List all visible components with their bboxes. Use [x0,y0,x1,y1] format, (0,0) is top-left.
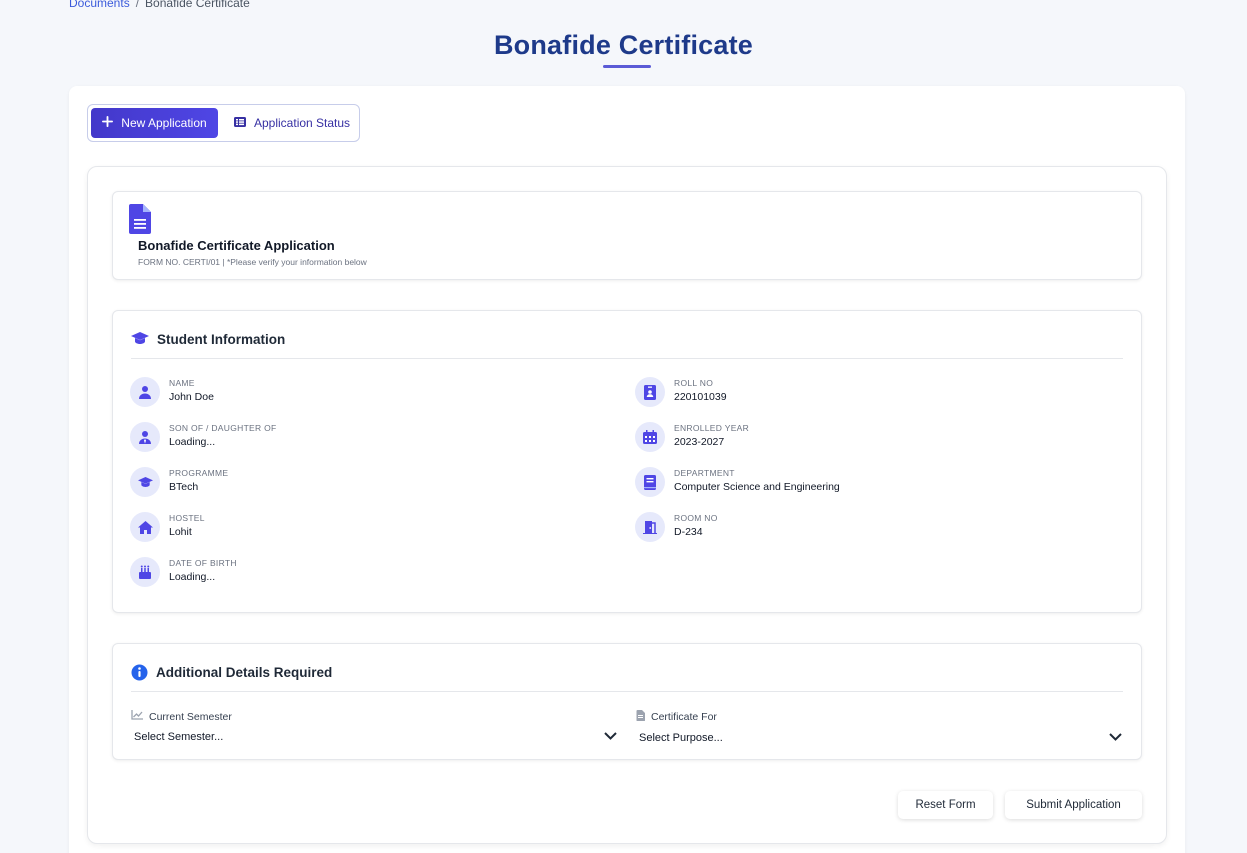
info-value: John Doe [169,391,214,403]
form-header: Bonafide Certificate Application FORM NO… [112,191,1142,280]
info-value: D-234 [674,526,703,538]
chart-line-icon [131,710,143,723]
info-item-programme: PROGRAMME BTech [130,467,228,497]
semester-select-value: Select Semester... [134,731,224,743]
semester-select[interactable]: Select Semester... [131,726,617,748]
info-value: Lohit [169,526,192,538]
graduation-cap-icon [130,467,160,497]
info-item-hostel: HOSTEL Lohit [130,512,205,542]
tab-new-application[interactable]: New Application [91,108,218,138]
info-item-room-no: ROOM NO D-234 [635,512,718,542]
tab-bar: New Application Application Status [87,104,360,142]
breadcrumb-current: Bonafide Certificate [145,0,250,10]
certificate-for-label-text: Certificate For [651,711,717,723]
submit-application-button[interactable]: Submit Application [1005,791,1142,819]
id-badge-icon [635,377,665,407]
plus-icon [102,116,114,130]
info-label: ROLL NO [674,378,714,388]
info-value: 2023-2027 [674,436,725,448]
additional-details-header: Additional Details Required [131,664,1123,692]
info-item-parent: SON OF / DAUGHTER OF Loading... [130,422,277,452]
form-subtitle: FORM NO. CERTI/01 | *Please verify your … [138,257,367,267]
info-item-roll-no: ROLL NO 220101039 [635,377,727,407]
info-label: HOSTEL [169,513,205,523]
door-icon [635,512,665,542]
additional-details-section: Additional Details Required Current Seme… [112,643,1142,760]
title-underline [603,65,651,68]
calendar-icon [635,422,665,452]
form-title: Bonafide Certificate Application [138,238,335,253]
reset-form-button[interactable]: Reset Form [898,791,993,819]
info-item-date-of-birth: DATE OF BIRTH Loading... [130,557,237,587]
info-label: ENROLLED YEAR [674,423,750,433]
current-semester-label-text: Current Semester [149,710,232,723]
application-card: New Application Application Status Bonaf… [69,86,1185,853]
info-label: SON OF / DAUGHTER OF [169,423,277,433]
user-tie-icon [130,422,160,452]
info-value: BTech [169,481,199,493]
purpose-select-value: Select Purpose... [639,732,723,744]
additional-details-title: Additional Details Required [156,665,333,680]
chevron-down-icon [1109,732,1122,744]
certificate-for-label: Certificate For [636,710,1122,724]
chevron-down-icon [604,731,617,743]
file-icon [636,710,645,724]
page-title: Bonafide Certificate [493,30,754,60]
current-semester-field: Current Semester Select Semester... [131,710,617,748]
list-icon [234,116,246,130]
info-circle-icon [131,664,148,686]
book-icon [635,467,665,497]
current-semester-label: Current Semester [131,710,617,723]
info-value: Loading... [169,436,216,448]
student-information-title: Student Information [157,332,286,347]
tab-application-status[interactable]: Application Status [218,108,350,138]
birthday-cake-icon [130,557,160,587]
breadcrumb-documents-link[interactable]: Documents [69,0,130,10]
home-icon [130,512,160,542]
certificate-for-field: Certificate For Select Purpose... [636,710,1122,749]
info-label: NAME [169,378,195,388]
tab-application-status-label: Application Status [254,116,351,130]
breadcrumb: Documents / Bonafide Certificate [69,0,250,10]
info-item-department: DEPARTMENT Computer Science and Engineer… [635,467,840,497]
info-label: PROGRAMME [169,468,229,478]
info-label: ROOM NO [674,513,718,523]
tab-new-application-label: New Application [121,116,207,130]
user-icon [130,377,160,407]
info-value: Computer Science and Engineering [674,481,840,493]
document-icon [129,204,151,239]
breadcrumb-separator: / [135,0,140,10]
student-information-section: Student Information NAME John Doe SON OF… [112,310,1142,613]
info-label: DEPARTMENT [674,468,735,478]
info-item-name: NAME John Doe [130,377,214,407]
purpose-select[interactable]: Select Purpose... [636,727,1122,749]
info-value: Loading... [169,571,216,583]
graduation-cap-icon [131,331,149,350]
info-label: DATE OF BIRTH [169,558,237,568]
student-information-header: Student Information [131,331,1123,359]
form-container: Bonafide Certificate Application FORM NO… [87,166,1167,844]
info-value: 220101039 [674,391,727,403]
info-item-enrolled-year: ENROLLED YEAR 2023-2027 [635,422,749,452]
